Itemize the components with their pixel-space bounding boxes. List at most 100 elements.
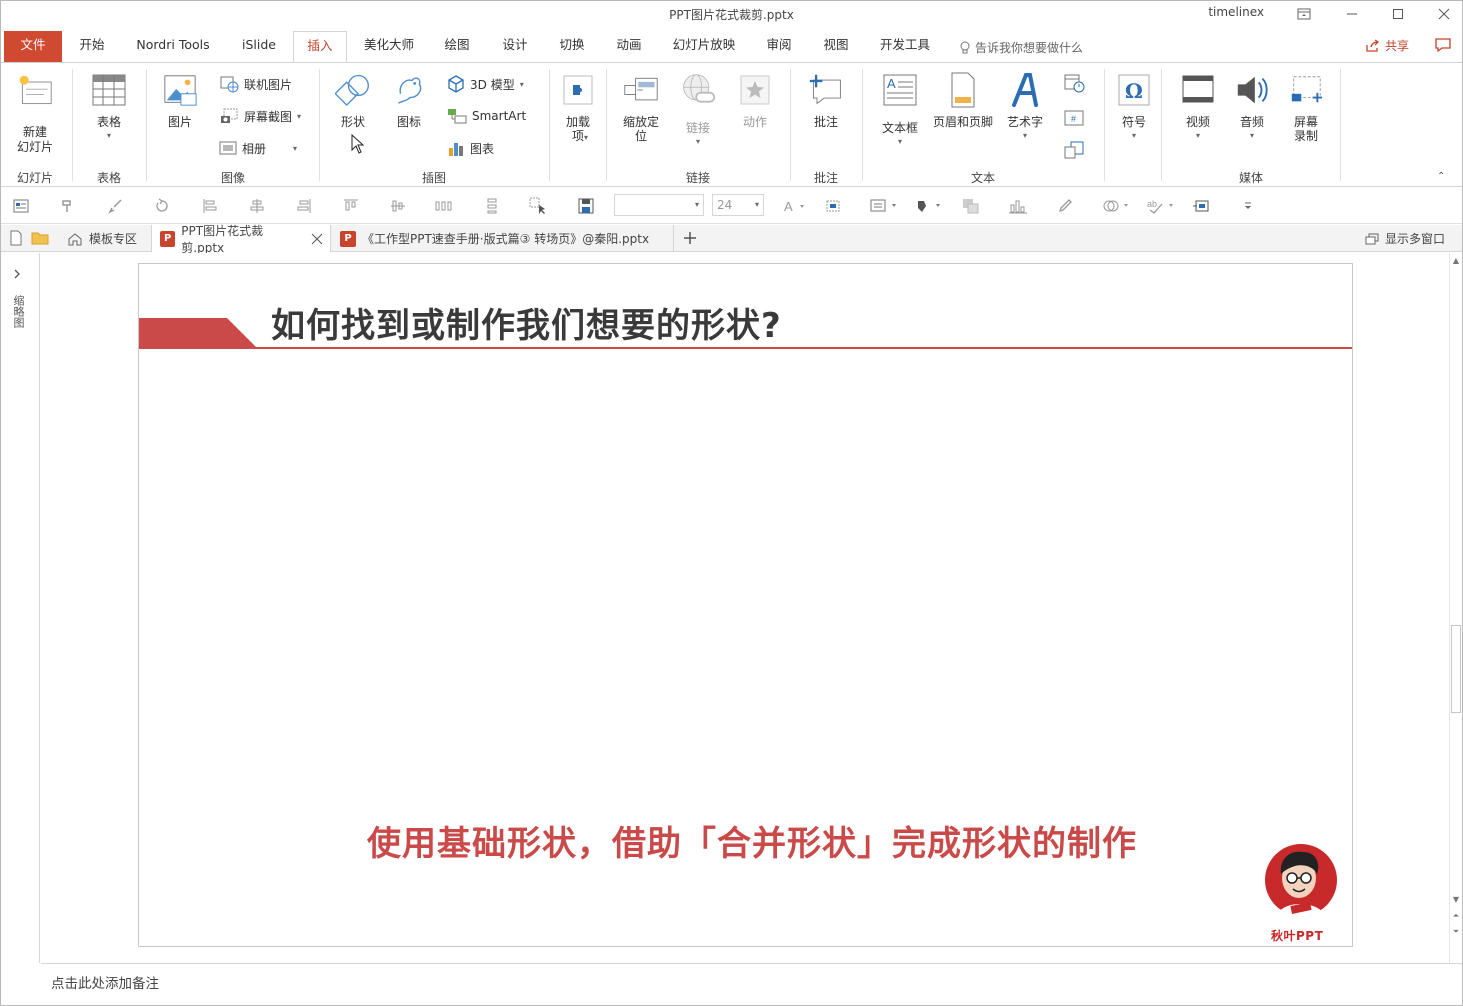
text-box-fit-icon[interactable] [825, 197, 843, 215]
tab-transitions[interactable]: 切换 [550, 31, 594, 62]
link-button[interactable]: 链接 ▾ [676, 71, 720, 149]
minimize-icon[interactable] [1329, 1, 1375, 27]
tab-insert[interactable]: 插入 [293, 31, 347, 63]
header-footer-button[interactable]: 页眉和页脚 [931, 71, 995, 129]
ribbon-display-options-icon[interactable] [1281, 1, 1327, 27]
align-top-icon[interactable] [342, 197, 360, 215]
scroll-down-icon[interactable]: ▼ [1450, 895, 1462, 904]
addins-button[interactable]: 加载 项 ▾ [558, 71, 598, 143]
svg-text:Ω: Ω [1125, 79, 1143, 103]
thumbnails-label[interactable]: 缩略图 [10, 295, 26, 328]
tab-other-file[interactable]: P 《工作型PPT速查手册·版式篇③ 转场页》@秦阳.pptx [332, 225, 674, 252]
maximize-icon[interactable] [1375, 1, 1421, 27]
table-button[interactable]: 表格 ▾ [87, 71, 131, 143]
bring-forward-icon[interactable] [962, 197, 980, 215]
3d-model-button[interactable]: 3D 模型 ▾ [447, 74, 524, 94]
scrollbar-thumb[interactable] [1451, 625, 1461, 713]
distribute-horizontal-icon[interactable] [435, 197, 453, 215]
align-center-icon[interactable] [248, 197, 266, 215]
rotate-icon[interactable] [153, 197, 171, 215]
symbol-button[interactable]: Ω 符号 ▾ [1114, 71, 1154, 143]
crop-select-icon[interactable] [529, 197, 547, 215]
customize-toolbar-icon[interactable] [1239, 197, 1257, 215]
qiuye-logo[interactable]: 秋叶PPT [1263, 844, 1341, 944]
tab-current-file[interactable]: P PPT图片花式裁剪.pptx [151, 224, 331, 255]
smartart-button[interactable]: SmartArt [447, 106, 526, 126]
layout-icon[interactable] [12, 197, 30, 215]
open-folder-icon[interactable] [31, 229, 49, 247]
vertical-scrollbar[interactable]: ▲ ▼ ⏶ ⏷ [1449, 253, 1462, 963]
picture-button[interactable]: 图片 [158, 71, 202, 129]
title-underline[interactable] [139, 347, 1352, 349]
share-button[interactable]: 共享 [1365, 37, 1409, 54]
text-direction-icon[interactable] [869, 197, 901, 215]
tab-home[interactable]: 开始 [71, 31, 113, 62]
format-painter-icon[interactable] [59, 197, 77, 215]
title-bar: PPT图片花式裁剪.pptx timelinex [1, 1, 1462, 27]
brush-icon[interactable] [107, 197, 125, 215]
align-middle-icon[interactable] [389, 197, 407, 215]
replace-picture-icon[interactable] [1192, 197, 1210, 215]
collapse-ribbon-icon[interactable]: ⌃ [1437, 171, 1445, 182]
shapes-button[interactable]: 形状 [331, 71, 375, 129]
textbox-button[interactable]: A 文本框 ▾ [877, 71, 923, 149]
show-multi-window-button[interactable]: 显示多窗口 [1357, 225, 1453, 252]
align-left-icon[interactable] [201, 197, 219, 215]
date-time-icon[interactable] [1063, 73, 1085, 93]
online-pictures-button[interactable]: 联机图片 [219, 74, 292, 94]
tab-slideshow[interactable]: 幻灯片放映 [665, 31, 743, 62]
chart-button[interactable]: 图表 [447, 138, 494, 158]
notes-pane[interactable]: 点击此处添加备注 [41, 963, 1462, 1005]
align-right-icon[interactable] [295, 197, 313, 215]
expand-thumbnails-icon[interactable] [13, 268, 21, 282]
eyedropper-icon[interactable] [1056, 197, 1074, 215]
spelling-icon[interactable]: ab [1146, 197, 1178, 215]
tab-developer[interactable]: 开发工具 [871, 31, 939, 62]
font-size-select[interactable]: 24 ▾ [712, 194, 764, 216]
font-name-select[interactable]: ▾ [614, 194, 704, 216]
tab-view[interactable]: 视图 [814, 31, 858, 62]
object-icon[interactable] [1063, 140, 1085, 160]
new-slide-button[interactable]: 新建 幻灯片 [9, 69, 61, 155]
save-as-picture-icon[interactable] [577, 197, 595, 215]
tab-review[interactable]: 审阅 [757, 31, 801, 62]
comment-button[interactable]: 批注 [804, 71, 848, 129]
album-button[interactable]: 相册 ▾ [219, 138, 297, 158]
font-color-icon[interactable]: A [782, 197, 808, 215]
shape-fill-icon[interactable] [913, 197, 945, 215]
wordart-button[interactable]: 艺术字 ▾ [1003, 71, 1047, 143]
title-accent-shape[interactable] [139, 318, 257, 348]
merge-shapes-icon[interactable] [1101, 197, 1133, 215]
screen-recording-button[interactable]: 屏幕 录制 [1284, 71, 1328, 143]
audio-button[interactable]: 音频 ▾ [1230, 71, 1274, 143]
action-button[interactable]: 动作 [733, 71, 777, 129]
tab-templates[interactable]: 模板专区 [59, 225, 145, 252]
tab-draw[interactable]: 绘图 [435, 31, 479, 62]
slide-number-icon[interactable]: # [1063, 108, 1085, 128]
tab-design[interactable]: 设计 [493, 31, 537, 62]
video-button[interactable]: 视频 ▾ [1176, 71, 1220, 143]
tab-nordri-tools[interactable]: Nordri Tools [127, 31, 219, 62]
previous-slide-icon[interactable]: ⏶ [1450, 911, 1462, 921]
distribute-vertical-icon[interactable] [483, 197, 501, 215]
chart-edit-icon[interactable] [1009, 197, 1027, 215]
slide-title[interactable]: 如何找到或制作我们想要的形状? [271, 298, 782, 347]
tell-me-search[interactable]: 告诉我你想要做什么 [959, 39, 1083, 56]
tab-islide[interactable]: iSlide [233, 31, 285, 62]
tab-file[interactable]: 文件 [4, 31, 62, 62]
slide-canvas[interactable]: 如何找到或制作我们想要的形状? 使用基础形状，借助「合并形状」完成形状的制作 秋… [138, 263, 1353, 947]
next-slide-icon[interactable]: ⏷ [1450, 927, 1462, 937]
tab-meihua[interactable]: 美化大师 [357, 31, 421, 62]
add-tab-icon[interactable] [681, 229, 699, 247]
comments-icon[interactable] [1434, 37, 1452, 56]
new-document-icon[interactable] [7, 229, 25, 247]
scroll-up-icon[interactable]: ▲ [1450, 256, 1462, 265]
account-name[interactable]: timelinex [1208, 5, 1264, 19]
slide-subtitle[interactable]: 使用基础形状，借助「合并形状」完成形状的制作 [367, 816, 1137, 865]
screenshot-button[interactable]: 屏幕截图 ▾ [219, 106, 301, 126]
tab-animations[interactable]: 动画 [607, 31, 651, 62]
close-tab-icon[interactable] [311, 233, 322, 245]
zoom-button[interactable]: 缩放定 位 [619, 71, 663, 143]
icons-button[interactable]: 图标 [387, 71, 431, 129]
close-icon[interactable] [1421, 1, 1463, 27]
